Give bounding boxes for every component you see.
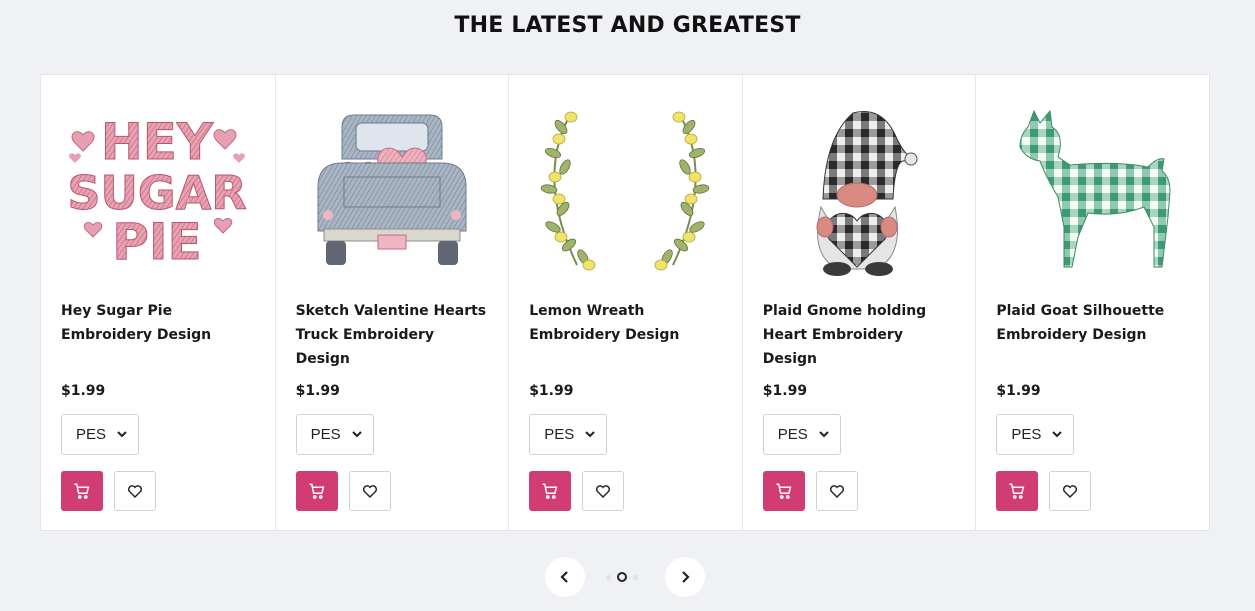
svg-text:PIE: PIE [112,213,201,271]
product-card: Plaid Gnome holding Heart Embroidery Des… [741,75,976,530]
add-to-wishlist-button[interactable] [815,471,858,511]
section-title: THE LATEST AND GREATEST [454,13,801,38]
add-to-cart-button[interactable] [996,471,1039,511]
product-card: Sketch Valentine Hearts Truck Embroidery… [274,75,509,530]
cart-icon [1009,483,1025,499]
heart-icon [128,485,142,499]
format-select-value: PES [777,426,808,443]
product-price: $1.99 [762,383,808,399]
heart-icon [362,485,377,499]
product-price: $1.99 [529,383,574,399]
chevron-right-icon [682,571,690,583]
chevron-down-icon [585,431,595,438]
carousel-prev-button[interactable] [545,557,585,597]
heart-icon [829,485,844,499]
product-price: $1.99 [295,383,340,399]
product-name[interactable]: Plaid Gnome holding Heart Embroidery Des… [763,299,959,371]
format-select[interactable]: PES [295,414,374,455]
add-to-cart-button[interactable] [295,471,338,511]
format-select[interactable]: PES [529,414,608,455]
plaid-gnome-design-image[interactable] [765,97,953,285]
chevron-down-icon [819,431,829,438]
product-card: HEY SUGAR PIE Hey Sugar Pie Embroidery D… [41,75,275,530]
cart-icon [776,483,792,499]
add-to-wishlist-button[interactable] [1049,471,1092,511]
heart-icon [1063,485,1078,499]
carousel-pagination [606,572,638,582]
chevron-down-icon [351,431,362,438]
product-carousel: HEY SUGAR PIE Hey Sugar Pie Embroidery D… [40,74,1210,531]
product-card: Lemon Wreath Embroidery Design $1.99 PES [508,75,742,530]
pagination-dot[interactable] [633,574,638,580]
cart-icon [542,483,558,499]
cart-icon [74,483,90,499]
add-to-wishlist-button[interactable] [114,471,156,511]
add-to-cart-button[interactable] [529,471,572,511]
product-price: $1.99 [996,383,1041,399]
product-name[interactable]: Lemon Wreath Embroidery Design [529,299,725,347]
format-select-value: PES [310,426,341,443]
product-name[interactable]: Sketch Valentine Hearts Truck Embroidery… [296,299,492,371]
format-select[interactable]: PES [61,414,139,455]
product-name[interactable]: Plaid Goat Silhouette Embroidery Design [996,299,1192,347]
format-select-value: PES [1011,426,1042,443]
svg-text:SUGAR: SUGAR [67,166,246,220]
heart-icon [596,485,611,499]
product-price: $1.99 [61,383,106,399]
product-card: Plaid Goat Silhouette Embroidery Design … [975,75,1209,530]
plaid-goat-design-image[interactable] [998,97,1186,285]
format-select[interactable]: PES [762,414,841,455]
valentine-hearts-truck-design-image[interactable] [298,97,486,285]
product-name[interactable]: Hey Sugar Pie Embroidery Design [61,299,257,347]
format-select[interactable]: PES [996,414,1075,455]
add-to-cart-button[interactable] [762,471,805,511]
pagination-dot[interactable] [617,572,627,582]
format-select-value: PES [544,426,575,443]
svg-text:HEY: HEY [101,113,214,171]
add-to-wishlist-button[interactable] [582,471,625,511]
add-to-cart-button[interactable] [61,471,103,511]
chevron-down-icon [1052,431,1063,438]
carousel-next-button[interactable] [665,557,705,597]
cart-icon [309,483,324,499]
format-select-value: PES [76,426,107,443]
chevron-left-icon [560,571,568,583]
add-to-wishlist-button[interactable] [348,471,391,511]
hey-sugar-pie-design-image[interactable]: HEY SUGAR PIE [63,97,251,285]
chevron-down-icon [117,431,127,438]
pagination-dot[interactable] [606,574,611,580]
lemon-wreath-design-image[interactable] [531,97,719,285]
